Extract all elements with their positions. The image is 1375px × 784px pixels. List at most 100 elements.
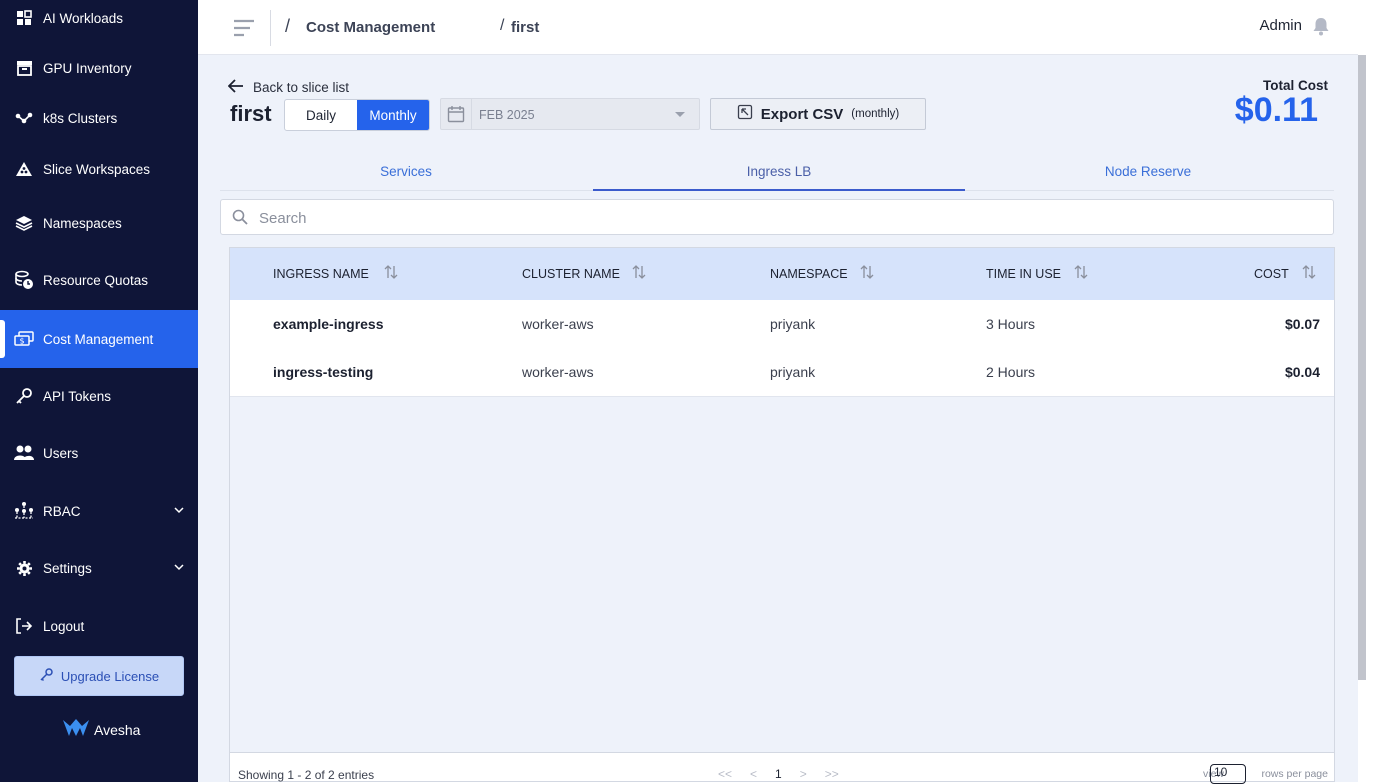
rbac-icon [14,501,34,521]
cell-ingress-name: ingress-testing [273,364,374,380]
sidebar-item-label: AI Workloads [43,10,124,26]
sidebar: AI Workloads GPU Inventory k8s Clusters … [0,0,198,782]
export-icon [737,104,753,124]
table-row[interactable]: example-ingress worker-aws priyank 3 Hou… [230,300,1334,349]
breadcrumb-separator: / [285,16,291,36]
sidebar-item-slice-workspaces[interactable]: Slice Workspaces [0,147,198,191]
key-icon [14,386,34,406]
col-time-in-use: TIME IN USE [986,267,1062,281]
upgrade-license-label: Upgrade License [60,668,160,684]
cost-tabs: Services Ingress LB Node Reserve [220,153,1334,191]
daily-toggle-button[interactable]: Daily [285,100,357,130]
header-divider [270,10,271,46]
next-page-button[interactable]: > [800,767,807,781]
sidebar-item-label: k8s Clusters [43,110,118,126]
rows-per-page-label: rows per page [1261,768,1328,780]
sidebar-item-label: Resource Quotas [43,272,149,288]
sidebar-item-label: Namespaces [43,215,122,231]
period-toggle: Daily Monthly [284,99,430,131]
sort-icon[interactable] [384,264,398,285]
bell-icon[interactable] [1312,16,1330,41]
pagination: << < 1 > >> [718,767,839,781]
chevron-down-icon[interactable] [174,503,184,518]
page-scrollbar[interactable] [1358,55,1366,680]
col-ingress-name: INGRESS NAME [273,267,369,281]
search-bar [220,199,1334,235]
svg-text:$: $ [19,337,24,346]
sidebar-item-gpu-inventory[interactable]: GPU Inventory [0,46,198,90]
tab-node-reserve[interactable]: Node Reserve [962,153,1334,189]
coins-clock-icon [14,270,34,290]
main-content: Back to slice list first Daily Monthly F… [198,55,1358,784]
gear-icon [14,558,34,578]
table-header: INGRESS NAME CLUSTER NAME NAMESPACE TIME… [230,248,1334,300]
layers-icon [14,213,34,233]
cell-cluster-name: worker-aws [522,364,594,380]
monthly-toggle-button[interactable]: Monthly [357,100,429,130]
col-cost: COST [1254,267,1289,281]
menu-icon[interactable] [232,18,256,38]
table-footer: Showing 1 - 2 of 2 entries << < 1 > >> v… [229,752,1335,784]
sidebar-item-label: Users [43,445,79,461]
breadcrumb-separator: / [500,17,505,34]
month-picker-value: FEB 2025 [479,108,535,122]
page-title: first [230,101,272,126]
back-label: Back to slice list [253,80,350,95]
brand-name: Avesha [94,721,141,738]
export-csv-button[interactable]: Export CSV (monthly) [710,98,926,130]
back-to-slice-list-link[interactable]: Back to slice list [227,79,350,96]
sidebar-item-cost-management[interactable]: $ Cost Management [0,310,198,368]
last-page-button[interactable]: >> [825,767,839,781]
tab-services[interactable]: Services [220,153,592,189]
cell-time-in-use: 3 Hours [986,316,1036,332]
user-name[interactable]: Admin [1259,17,1302,34]
dropdown-arrow-icon [675,112,685,117]
grid-icon [14,8,34,28]
avesha-logo-icon [62,718,90,741]
col-cluster-name: CLUSTER NAME [522,267,620,281]
sidebar-item-label: GPU Inventory [43,60,132,76]
nodes-icon [14,108,34,128]
export-csv-sublabel: (monthly) [851,108,900,120]
sidebar-item-resource-quotas[interactable]: Resource Quotas [0,258,198,302]
sidebar-item-label: Cost Management [43,331,154,347]
entries-info: Showing 1 - 2 of 2 entries [238,768,375,782]
chevron-down-icon[interactable] [174,560,184,575]
sort-icon[interactable] [632,264,646,285]
sidebar-item-label: Logout [43,618,85,634]
sidebar-item-api-tokens[interactable]: API Tokens [0,374,198,418]
ingress-table: INGRESS NAME CLUSTER NAME NAMESPACE TIME… [229,247,1335,782]
archive-icon [14,58,34,78]
tab-ingress-lb[interactable]: Ingress LB [593,153,965,191]
sidebar-item-ai-workloads[interactable]: AI Workloads [0,0,198,40]
sidebar-item-settings[interactable]: Settings [0,546,198,590]
month-picker[interactable]: FEB 2025 [440,98,700,130]
sidebar-item-k8s-clusters[interactable]: k8s Clusters [0,96,198,140]
prev-page-button[interactable]: < [750,767,757,781]
breadcrumb-cost-management[interactable]: Cost Management [306,19,435,36]
sidebar-item-logout[interactable]: Logout [0,604,198,648]
sort-icon[interactable] [1302,264,1316,285]
sidebar-item-rbac[interactable]: RBAC [0,489,198,533]
slice-icon [14,159,34,179]
sidebar-item-label: Slice Workspaces [43,161,151,177]
sidebar-item-users[interactable]: Users [0,431,198,475]
first-page-button[interactable]: << [718,767,732,781]
search-input[interactable] [257,206,1321,230]
key-icon [39,667,53,685]
sidebar-item-namespaces[interactable]: Namespaces [0,201,198,245]
sort-icon[interactable] [1074,264,1088,285]
users-icon [14,443,34,463]
sort-icon[interactable] [860,264,874,285]
logout-icon [14,616,34,636]
rows-per-page-select[interactable]: 10 [1210,764,1246,784]
breadcrumb-current: first [511,19,540,36]
cell-namespace: priyank [770,316,816,332]
cell-ingress-name: example-ingress [273,316,384,332]
cell-cluster-name: worker-aws [522,316,594,332]
current-page[interactable]: 1 [775,767,782,781]
upgrade-license-button[interactable]: Upgrade License [14,656,184,696]
sidebar-item-label: Settings [43,560,92,576]
sidebar-item-label: RBAC [43,503,81,519]
table-row[interactable]: ingress-testing worker-aws priyank 2 Hou… [230,348,1334,397]
